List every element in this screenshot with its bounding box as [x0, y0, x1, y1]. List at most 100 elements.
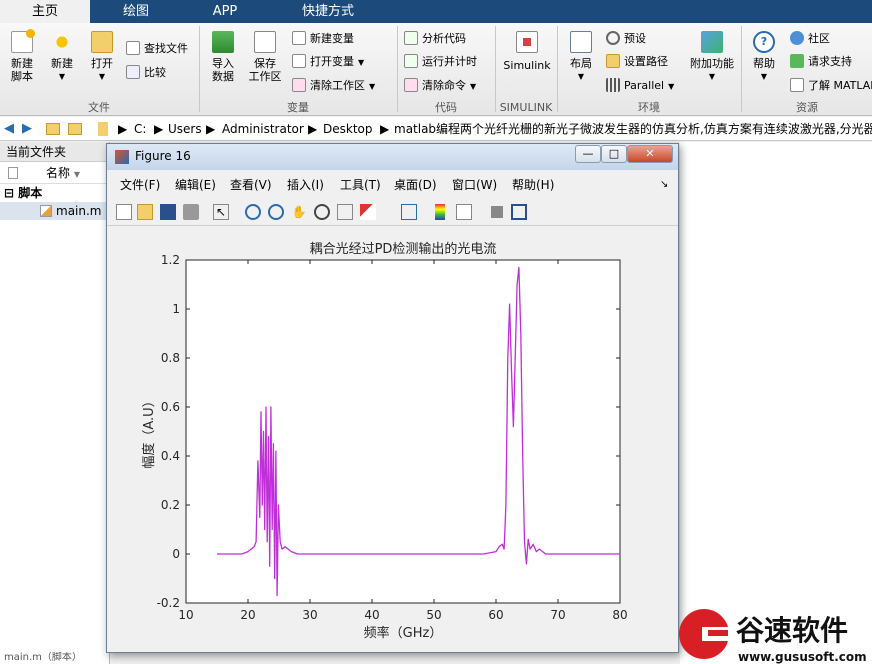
learn-matlab-button[interactable]: 了解 MATLAB	[790, 76, 872, 96]
close-button[interactable]: ✕	[627, 145, 673, 163]
command-window-area[interactable]	[680, 142, 872, 664]
figure-menu-bar: 文件(F) 编辑(E) 查看(V) 插入(I) 工具(T) 桌面(D) 窗口(W…	[107, 175, 678, 195]
save-ws-label-2: 工作区	[248, 70, 282, 83]
request-support-button[interactable]: 请求支持	[790, 52, 852, 72]
menu-insert[interactable]: 插入(I)	[287, 175, 324, 195]
layout-label: 布局	[570, 57, 592, 70]
set-path-label: 设置路径	[624, 55, 668, 68]
group-simulink: SIMULINK	[499, 101, 553, 114]
chevron-down-icon: ▼	[358, 58, 365, 67]
set-path-button[interactable]: 设置路径	[606, 52, 668, 72]
run-and-time-label: 运行并计时	[422, 55, 477, 68]
brush-icon[interactable]	[360, 204, 376, 220]
ribbon: 新建 脚本 新建 ▼ 打开 ▼ 查找文件 比较 文件 导入 数据 保存 工作区 …	[0, 23, 872, 116]
run-and-time-icon	[404, 54, 418, 68]
gear-icon	[606, 31, 620, 45]
import-icon	[212, 31, 234, 53]
address-bar[interactable]: ◀ ▶ ▶ C: ▶ Users ▶ Administrator ▶ Deskt…	[0, 117, 872, 141]
browse-folder-icon[interactable]	[68, 123, 82, 135]
menu-desktop[interactable]: 桌面(D)	[394, 175, 437, 195]
new-figure-icon[interactable]	[116, 204, 132, 220]
column-header-name[interactable]: 名称 ▼	[0, 162, 109, 184]
menu-view[interactable]: 查看(V)	[230, 175, 272, 195]
menu-file[interactable]: 文件(F)	[120, 175, 160, 195]
sort-icon: ▼	[73, 170, 80, 179]
community-button[interactable]: 社区	[790, 29, 830, 49]
path-separator: ▶	[206, 122, 216, 136]
clear-workspace-button[interactable]: 清除工作区 ▼	[292, 76, 375, 96]
breadcrumb-users[interactable]: Users	[168, 117, 202, 140]
pan-icon[interactable]: ✋	[291, 204, 307, 220]
menu-edit[interactable]: 编辑(E)	[175, 175, 216, 195]
figure-toolbar: ↖ ✋	[107, 198, 678, 226]
details-bar: main.m（脚本）	[4, 652, 82, 663]
breadcrumb-administrator[interactable]: Administrator	[222, 117, 304, 140]
new-variable-button[interactable]: 新建变量	[292, 29, 354, 49]
run-and-time-button[interactable]: 运行并计时	[404, 52, 477, 72]
print-icon[interactable]	[183, 204, 199, 220]
y-tick-label: 0.8	[161, 351, 180, 365]
open-label: 打开	[91, 57, 113, 70]
help-button[interactable]: ? 帮助 ▼	[746, 31, 782, 83]
preferences-button[interactable]: 预设	[606, 29, 646, 49]
figure-title: Figure 16	[135, 149, 191, 163]
hide-tools-icon[interactable]	[491, 206, 503, 218]
new-script-button[interactable]: 新建 脚本	[4, 29, 40, 83]
open-button[interactable]: 打开 ▼	[84, 31, 120, 83]
menu-window[interactable]: 窗口(W)	[452, 175, 497, 195]
save-workspace-button[interactable]: 保存 工作区	[244, 31, 286, 83]
breadcrumb-desktop[interactable]: Desktop	[323, 117, 373, 140]
pointer-icon[interactable]: ↖	[213, 204, 229, 220]
dock-arrow-icon[interactable]: ↘	[660, 175, 668, 195]
layout-button[interactable]: 布局 ▼	[562, 31, 600, 83]
request-support-label: 请求支持	[808, 55, 852, 68]
zoom-in-icon[interactable]	[245, 204, 261, 220]
analyze-code-button[interactable]: 分析代码	[404, 29, 466, 49]
collapse-icon[interactable]: ⊟	[4, 186, 14, 200]
link-plot-icon[interactable]	[401, 204, 417, 220]
figure-title-bar[interactable]: Figure 16 — □ ✕	[107, 144, 678, 170]
group-scripts[interactable]: ⊟ 脚本	[0, 184, 109, 202]
new-button[interactable]: 新建 ▼	[44, 31, 80, 83]
chevron-down-icon: ▼	[58, 72, 66, 81]
addons-button[interactable]: 附加功能 ▼	[686, 31, 738, 83]
tab-shortcut[interactable]: 快捷方式	[270, 0, 386, 23]
analyze-code-icon	[404, 31, 418, 45]
parallel-icon	[606, 78, 620, 92]
file-item-main[interactable]: main.m	[0, 202, 109, 220]
maximize-button[interactable]: □	[601, 145, 627, 163]
menu-help[interactable]: 帮助(H)	[512, 175, 554, 195]
y-tick-label: 0.6	[161, 400, 180, 414]
data-cursor-icon[interactable]	[337, 204, 353, 220]
tab-plot[interactable]: 绘图	[92, 0, 180, 23]
save-icon[interactable]	[160, 204, 176, 220]
up-folder-icon[interactable]	[46, 123, 60, 135]
zoom-out-icon[interactable]	[268, 204, 284, 220]
minimize-button[interactable]: —	[575, 145, 601, 163]
show-tools-icon[interactable]	[511, 204, 527, 220]
m-file-icon	[40, 205, 52, 217]
simulink-button[interactable]: Simulink	[500, 31, 554, 72]
clear-commands-button[interactable]: 清除命令 ▼	[404, 76, 476, 96]
legend-icon[interactable]	[456, 204, 472, 220]
back-arrow-icon[interactable]: ◀	[4, 117, 14, 140]
rotate-icon[interactable]	[314, 204, 330, 220]
tab-home[interactable]: 主页	[0, 0, 90, 23]
import-data-button[interactable]: 导入 数据	[204, 31, 242, 83]
breadcrumb-drive[interactable]: C:	[134, 117, 146, 140]
plus-icon	[51, 31, 73, 53]
menu-tools[interactable]: 工具(T)	[340, 175, 381, 195]
find-files-button[interactable]: 查找文件	[126, 39, 188, 59]
figure-window[interactable]: Figure 16 — □ ✕ 文件(F) 编辑(E) 查看(V) 插入(I) …	[106, 143, 679, 653]
parallel-button[interactable]: Parallel ▼	[606, 76, 674, 96]
new-script-label-1: 新建	[11, 57, 33, 70]
open-file-icon[interactable]	[137, 204, 153, 220]
colorbar-icon[interactable]	[435, 204, 445, 220]
forward-arrow-icon[interactable]: ▶	[22, 117, 32, 140]
breadcrumb-folder[interactable]: matlab编程两个光纤光栅的新光子微波发生器的仿真分析,仿真方案有连续波激光器…	[394, 117, 872, 140]
addons-icon	[701, 31, 723, 53]
open-variable-button[interactable]: 打开变量 ▼	[292, 52, 364, 72]
tab-app[interactable]: APP	[182, 0, 268, 23]
compare-button[interactable]: 比较	[126, 63, 166, 83]
layout-icon	[570, 31, 592, 53]
